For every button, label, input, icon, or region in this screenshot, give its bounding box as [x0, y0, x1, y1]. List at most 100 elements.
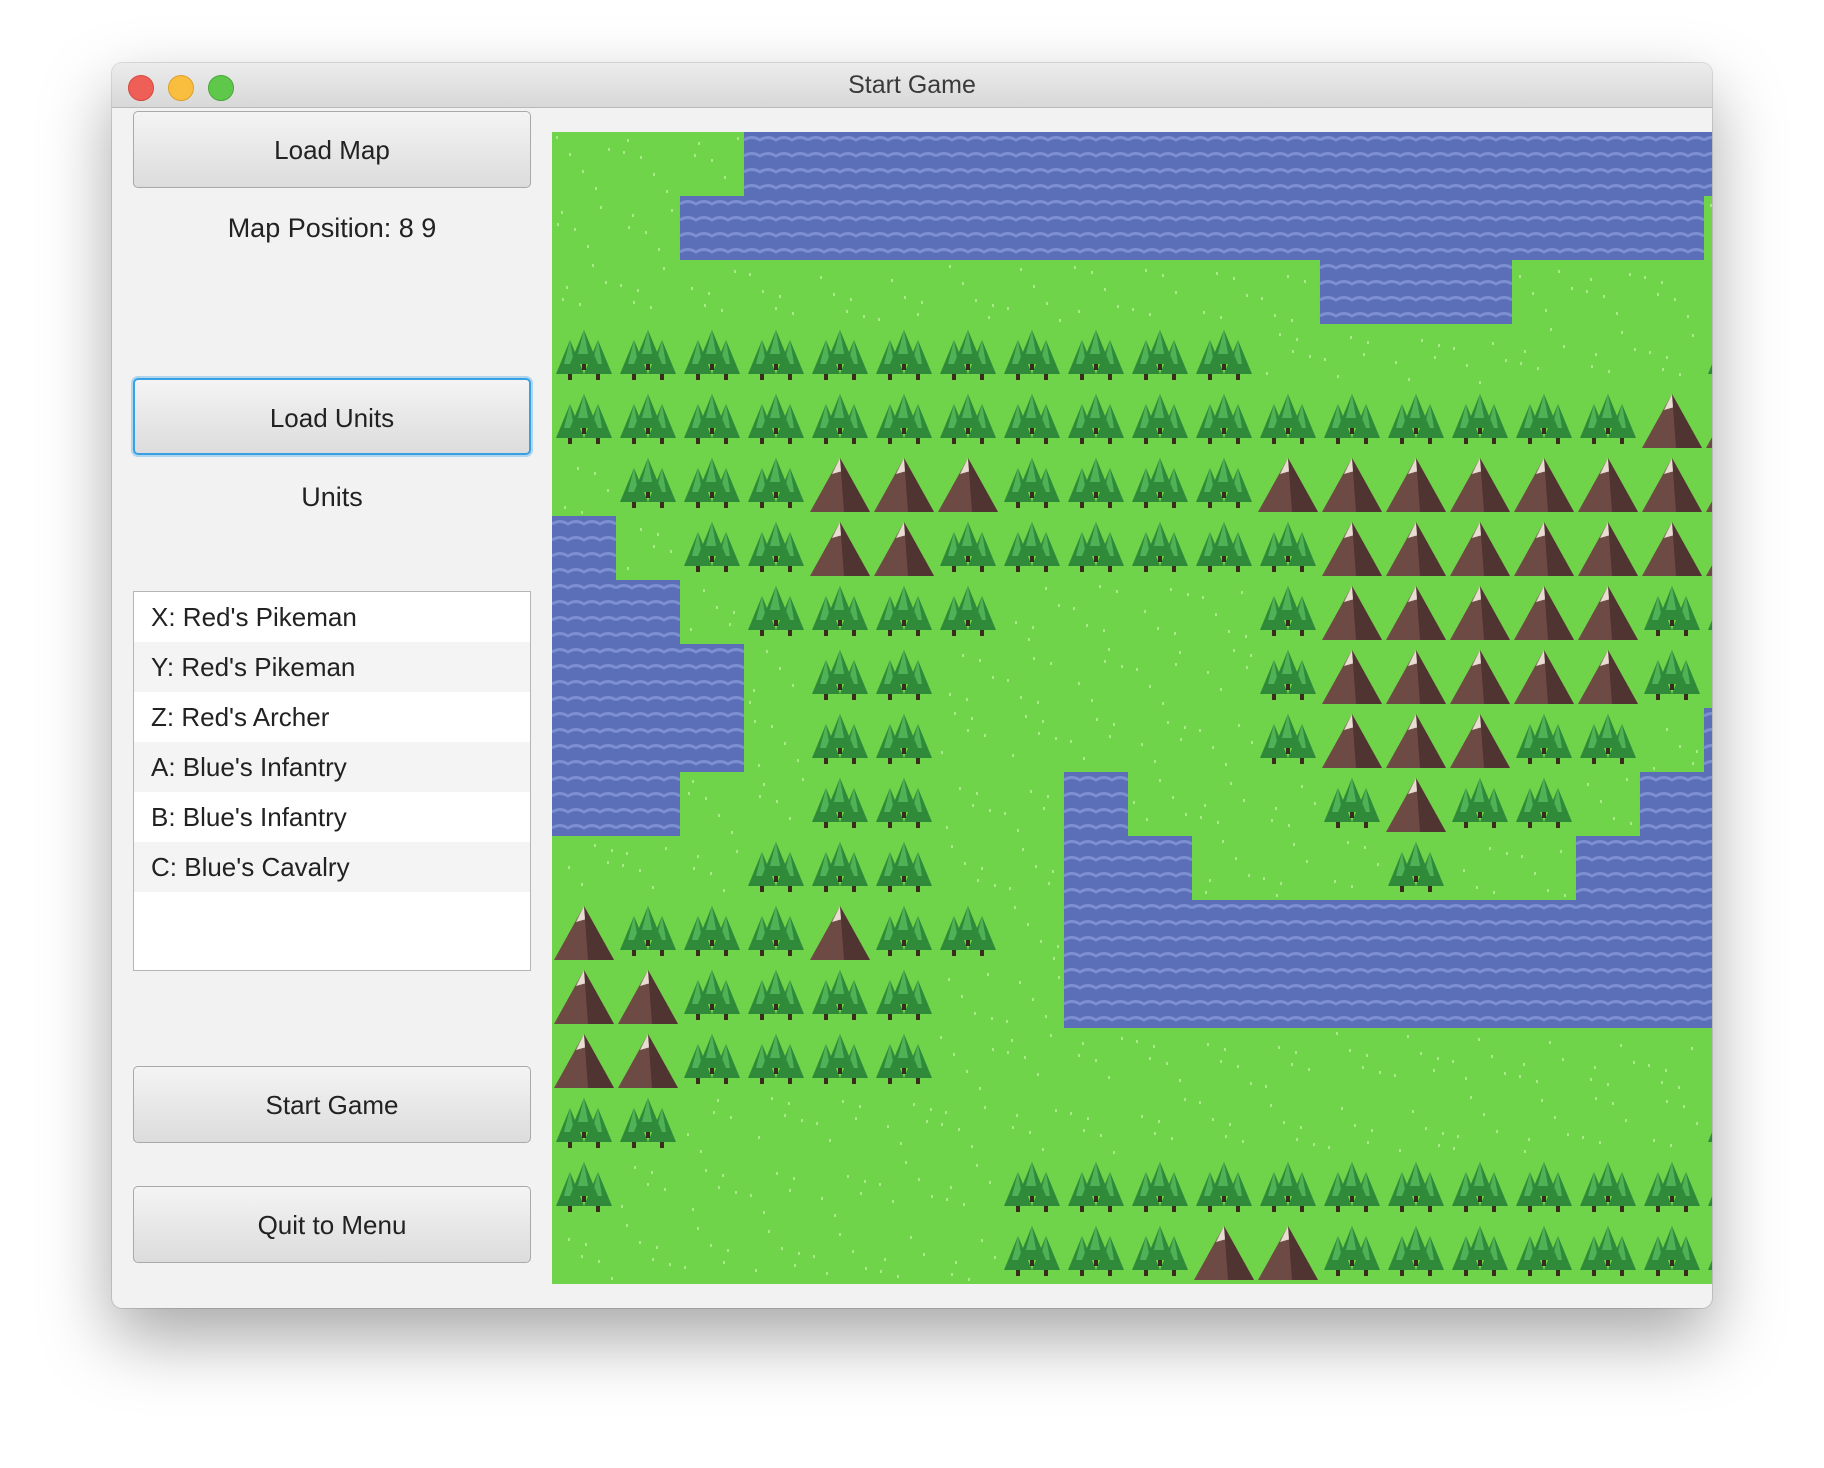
grass-tile[interactable]: [1320, 1028, 1384, 1092]
grass-tile[interactable]: [616, 836, 680, 900]
forest-tile[interactable]: [616, 388, 680, 452]
forest-tile[interactable]: [1064, 516, 1128, 580]
water-tile[interactable]: [1639, 964, 1705, 1028]
forest-tile[interactable]: [1128, 324, 1192, 388]
grass-tile[interactable]: [1704, 260, 1712, 324]
grass-tile[interactable]: [1000, 964, 1064, 1028]
forest-tile[interactable]: [872, 1028, 936, 1092]
grass-tile[interactable]: [744, 260, 808, 324]
forest-tile[interactable]: [808, 388, 872, 452]
grass-tile[interactable]: [1128, 580, 1192, 644]
water-tile[interactable]: [743, 196, 809, 260]
water-tile[interactable]: [1383, 900, 1449, 964]
mountain-tile[interactable]: [552, 900, 616, 964]
mountain-tile[interactable]: [616, 1028, 680, 1092]
grass-tile[interactable]: [1064, 580, 1128, 644]
grass-tile[interactable]: [1256, 324, 1320, 388]
grass-tile[interactable]: [1640, 324, 1704, 388]
grass-tile[interactable]: [1576, 324, 1640, 388]
grass-tile[interactable]: [680, 260, 744, 324]
forest-tile[interactable]: [1256, 388, 1320, 452]
water-tile[interactable]: [1703, 836, 1712, 900]
mountain-tile[interactable]: [1512, 580, 1576, 644]
forest-tile[interactable]: [1640, 1220, 1704, 1284]
water-tile[interactable]: [871, 132, 937, 196]
grass-tile[interactable]: [1128, 644, 1192, 708]
forest-tile[interactable]: [680, 516, 744, 580]
water-tile[interactable]: [679, 644, 745, 708]
water-tile[interactable]: [1127, 900, 1193, 964]
water-tile[interactable]: [1511, 132, 1577, 196]
mountain-tile[interactable]: [1320, 580, 1384, 644]
load-map-button[interactable]: Load Map: [133, 111, 531, 188]
forest-tile[interactable]: [1704, 324, 1712, 388]
forest-tile[interactable]: [744, 836, 808, 900]
grass-tile[interactable]: [680, 580, 744, 644]
water-tile[interactable]: [1383, 196, 1449, 260]
grass-tile[interactable]: [1384, 1028, 1448, 1092]
forest-tile[interactable]: [1256, 1156, 1320, 1220]
water-tile[interactable]: [1639, 772, 1705, 836]
grass-tile[interactable]: [1576, 1028, 1640, 1092]
forest-tile[interactable]: [1448, 1220, 1512, 1284]
forest-tile[interactable]: [744, 516, 808, 580]
units-list[interactable]: X: Red's Pikeman Y: Red's Pikeman Z: Red…: [133, 591, 531, 971]
forest-tile[interactable]: [1576, 1220, 1640, 1284]
forest-tile[interactable]: [872, 580, 936, 644]
forest-tile[interactable]: [1192, 452, 1256, 516]
mountain-tile[interactable]: [616, 964, 680, 1028]
mountain-tile[interactable]: [1320, 644, 1384, 708]
mountain-tile[interactable]: [1256, 452, 1320, 516]
title-bar[interactable]: Start Game: [112, 63, 1712, 108]
water-tile[interactable]: [1639, 900, 1705, 964]
water-tile[interactable]: [1063, 196, 1129, 260]
water-tile[interactable]: [1063, 772, 1129, 836]
water-tile[interactable]: [1319, 964, 1385, 1028]
forest-tile[interactable]: [1576, 708, 1640, 772]
forest-tile[interactable]: [808, 1028, 872, 1092]
grass-tile[interactable]: [1448, 1028, 1512, 1092]
forest-tile[interactable]: [1512, 708, 1576, 772]
forest-tile[interactable]: [936, 324, 1000, 388]
mountain-tile[interactable]: [1512, 516, 1576, 580]
mountain-tile[interactable]: [1320, 708, 1384, 772]
water-tile[interactable]: [1511, 900, 1577, 964]
grass-tile[interactable]: [1128, 260, 1192, 324]
water-tile[interactable]: [1255, 132, 1321, 196]
grass-tile[interactable]: [1192, 580, 1256, 644]
forest-tile[interactable]: [1640, 580, 1704, 644]
mountain-tile[interactable]: [1640, 452, 1704, 516]
grass-tile[interactable]: [744, 1156, 808, 1220]
mountain-tile[interactable]: [552, 1028, 616, 1092]
water-tile[interactable]: [807, 196, 873, 260]
water-tile[interactable]: [552, 772, 617, 836]
forest-tile[interactable]: [1192, 1156, 1256, 1220]
water-tile[interactable]: [1575, 836, 1641, 900]
water-tile[interactable]: [1511, 964, 1577, 1028]
grass-tile[interactable]: [744, 708, 808, 772]
grass-tile[interactable]: [936, 1092, 1000, 1156]
forest-tile[interactable]: [1704, 580, 1712, 644]
water-tile[interactable]: [1063, 836, 1129, 900]
water-tile[interactable]: [615, 708, 681, 772]
mountain-tile[interactable]: [1512, 644, 1576, 708]
forest-tile[interactable]: [1064, 388, 1128, 452]
water-tile[interactable]: [1255, 900, 1321, 964]
water-tile[interactable]: [615, 772, 681, 836]
forest-tile[interactable]: [744, 324, 808, 388]
grass-tile[interactable]: [552, 1220, 616, 1284]
grass-tile[interactable]: [616, 1220, 680, 1284]
forest-tile[interactable]: [1128, 388, 1192, 452]
forest-tile[interactable]: [1128, 452, 1192, 516]
forest-tile[interactable]: [808, 580, 872, 644]
forest-tile[interactable]: [1000, 452, 1064, 516]
mountain-tile[interactable]: [1448, 580, 1512, 644]
grass-tile[interactable]: [1128, 1028, 1192, 1092]
grass-tile[interactable]: [1384, 1092, 1448, 1156]
grass-tile[interactable]: [1000, 644, 1064, 708]
grass-tile[interactable]: [1576, 772, 1640, 836]
grass-tile[interactable]: [872, 260, 936, 324]
forest-tile[interactable]: [680, 900, 744, 964]
mountain-tile[interactable]: [1448, 708, 1512, 772]
mountain-tile[interactable]: [1576, 516, 1640, 580]
